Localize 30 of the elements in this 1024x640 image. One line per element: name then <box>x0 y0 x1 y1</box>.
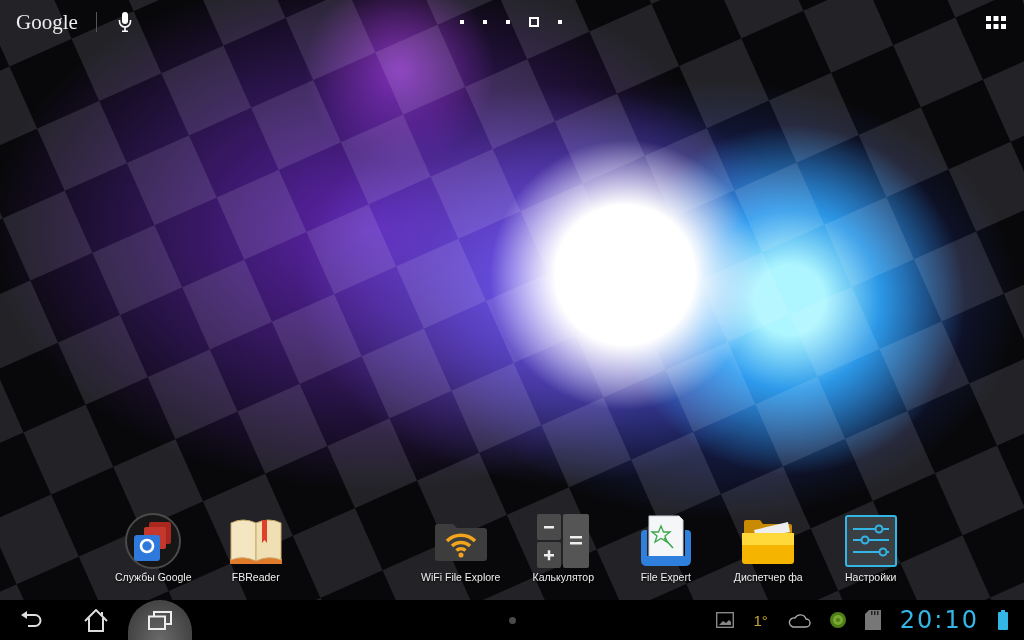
calculator-icon <box>537 514 590 568</box>
app-shortcut[interactable]: Калькулятор <box>512 512 615 584</box>
dot-icon <box>508 616 516 624</box>
clock-time: 20:10 <box>899 606 979 634</box>
round-badge-icon <box>829 612 846 628</box>
app-shortcut[interactable]: Настройки <box>819 512 922 584</box>
document-tray-icon <box>638 514 693 568</box>
image-icon <box>716 612 735 628</box>
sliders-icon <box>844 515 897 567</box>
app-shortcut[interactable]: Службы Google <box>102 512 205 584</box>
weather-temperature: 1° <box>753 611 768 629</box>
app-shortcut[interactable]: WiFi File Explore <box>409 512 512 584</box>
recent-apps-button[interactable] <box>128 600 192 640</box>
battery-icon <box>998 610 1008 630</box>
cloud-icon <box>786 612 811 628</box>
app-shortcut[interactable]: FBReader <box>204 512 307 584</box>
home-icon <box>84 608 108 632</box>
sd-card-icon <box>864 610 881 630</box>
search-logo-button[interactable]: Google <box>16 10 78 34</box>
app-shortcut[interactable]: File Expert <box>614 512 717 584</box>
back-icon <box>21 610 43 630</box>
all-apps-button[interactable] <box>986 15 1006 29</box>
apps-grid-icon <box>986 15 1006 29</box>
open-book-icon <box>228 517 283 565</box>
stacked-cards-icon <box>125 513 182 569</box>
recent-apps-icon <box>148 610 172 630</box>
mic-icon <box>117 12 132 32</box>
folder-icon <box>742 518 795 564</box>
voice-search-button[interactable] <box>117 12 132 32</box>
app-shortcut[interactable]: Диспетчер фа <box>717 512 820 584</box>
